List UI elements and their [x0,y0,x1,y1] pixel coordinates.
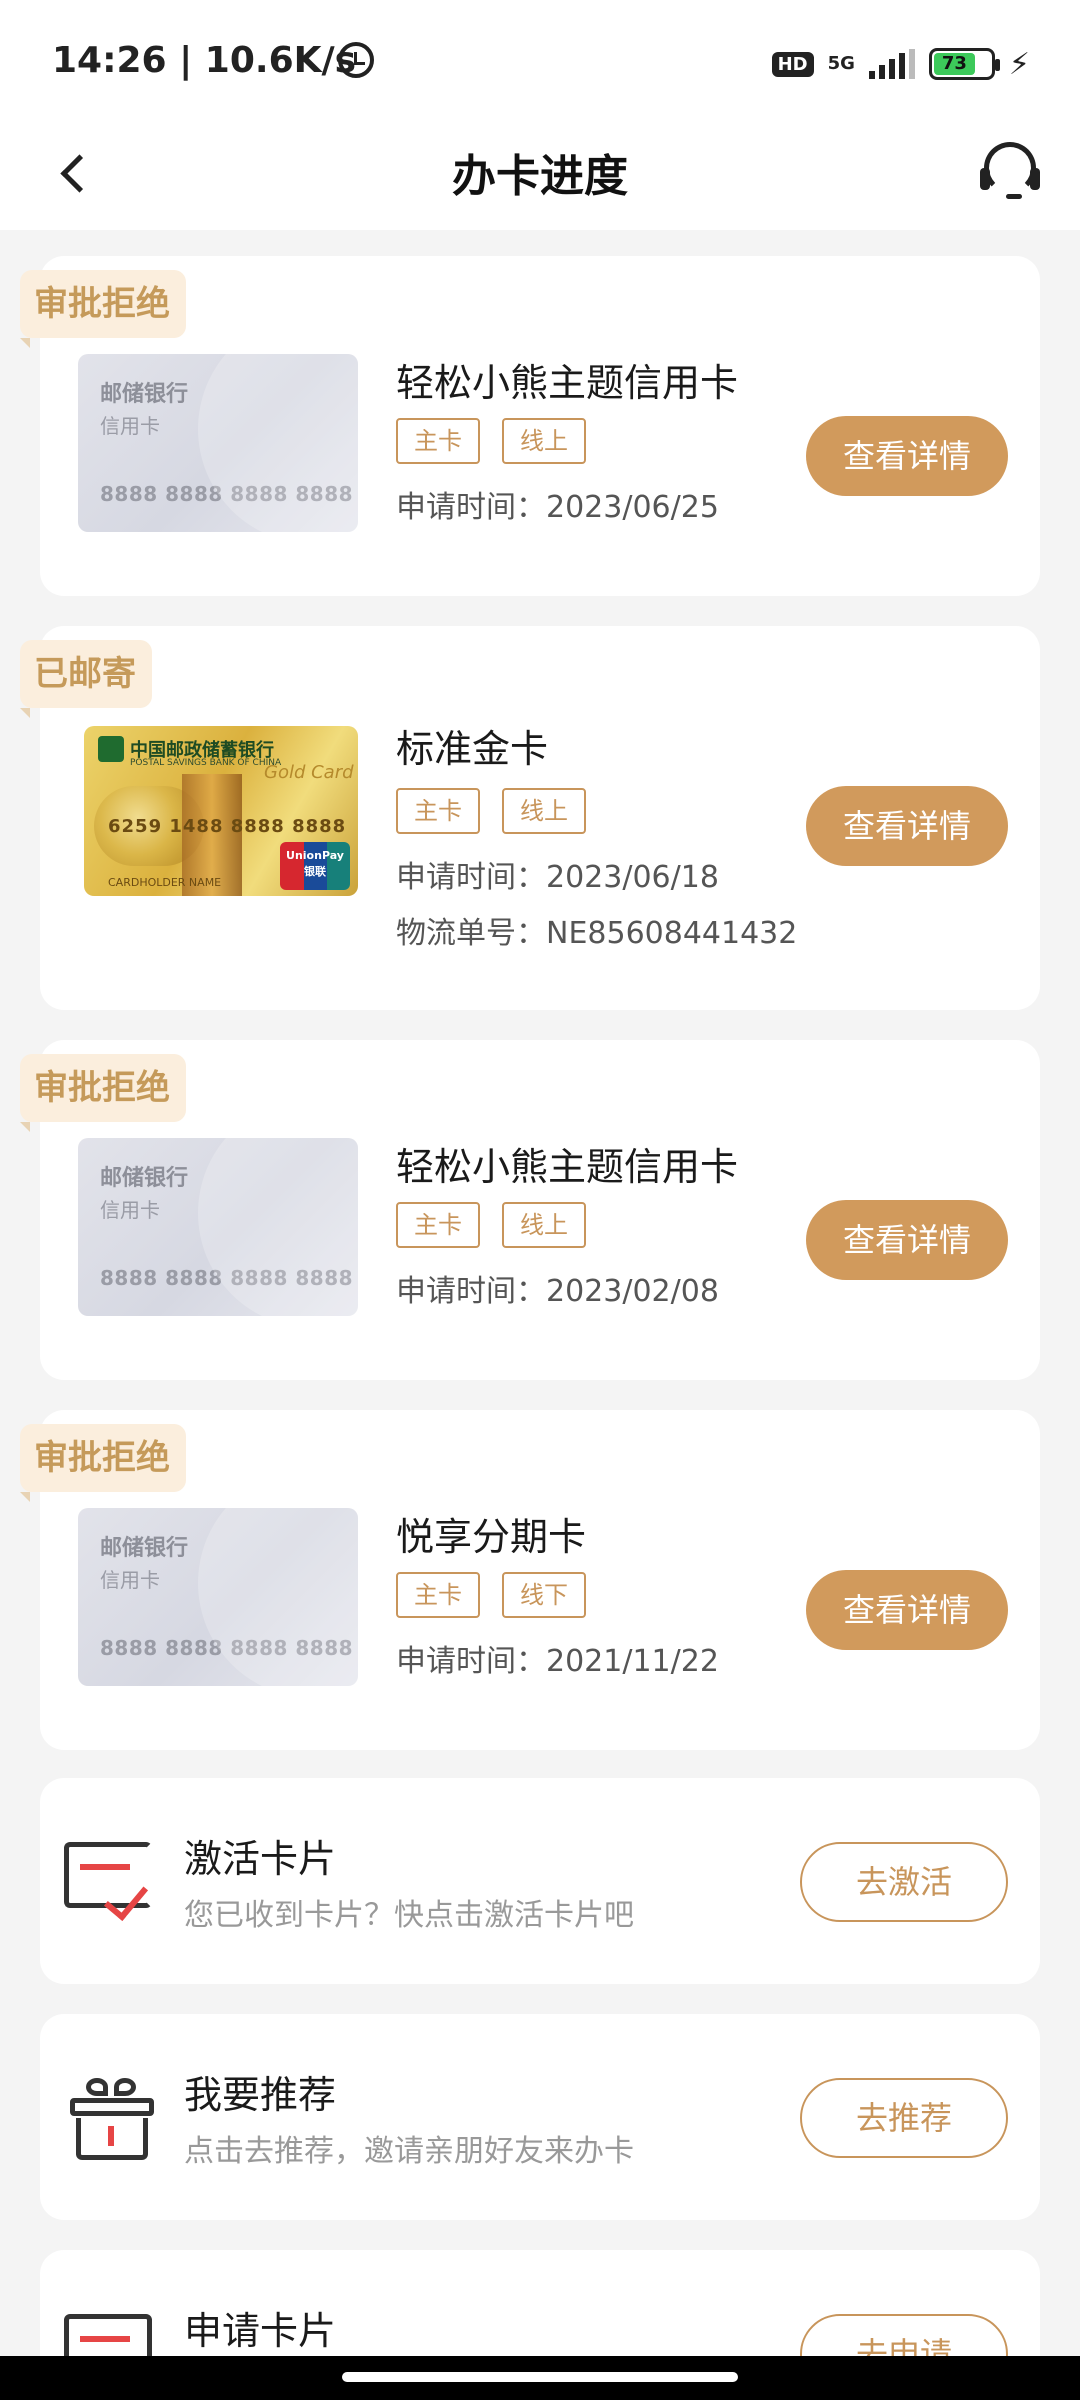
status-indicators: HD 5G 73 ⚡ [771,44,1030,84]
apply-card-row[interactable]: 申请卡片 去申请 [40,2250,1040,2356]
activate-card-icon [64,1842,154,1926]
status-tag: 审批拒绝 [20,1424,186,1492]
activate-card-desc: 您已收到卡片？快点击激活卡片吧 [184,1898,634,1933]
view-details-button[interactable]: 查看详情 [806,786,1008,866]
card-image-bank: 邮储银行 [100,1536,189,1561]
card-image-bank-en: POSTAL SAVINGS BANK OF CHINA [130,758,282,768]
recommend-title: 我要推荐 [184,2073,337,2117]
bank-logo-icon [98,736,124,762]
card-image-bank: 邮储银行 [100,382,189,407]
tag-main: 主卡 [396,788,480,834]
card-tags: 主卡 线下 [396,1572,586,1618]
application-card: 已邮寄 中国邮政储蓄银行 POSTAL SAVINGS BANK OF CHIN… [20,626,1040,1010]
card-name: 轻松小熊主题信用卡 [396,1145,739,1189]
apply-card-title: 申请卡片 [184,2309,337,2353]
card-image-number: 8888 8888 8888 8888 [100,1266,354,1290]
view-details-button[interactable]: 查看详情 [806,1200,1008,1280]
card-name: 标准金卡 [396,727,549,771]
tag-channel: 线上 [502,1202,586,1248]
card-name: 悦享分期卡 [396,1515,587,1559]
card-image-type: 信用卡 [100,1198,160,1222]
tag-main: 主卡 [396,418,480,464]
status-tag: 已邮寄 [20,640,152,708]
card-image-holder: CARDHOLDER NAME [108,876,222,889]
recommend-row[interactable]: 我要推荐 点击去推荐，邀请亲朋好友来办卡 去推荐 [40,2014,1040,2220]
status-tag: 审批拒绝 [20,1054,186,1122]
apply-time: 申请时间：2023/06/18 [396,860,719,895]
home-indicator[interactable] [342,2372,738,2382]
battery-icon: 73 [928,48,1000,80]
card-tags: 主卡 线上 [396,418,586,464]
card-image: 邮储银行 信用卡 8888 8888 8888 8888 [78,1138,358,1316]
application-card: 审批拒绝 邮储银行 信用卡 8888 8888 8888 8888 轻松小熊主题… [20,1040,1040,1380]
card-tags: 主卡 线上 [396,788,586,834]
tag-main: 主卡 [396,1202,480,1248]
activate-card-row[interactable]: 激活卡片 您已收到卡片？快点击激活卡片吧 去激活 [40,1778,1040,1984]
alarm-icon [338,42,374,78]
card-image-bank: 邮储银行 [100,1166,189,1191]
status-tag: 审批拒绝 [20,270,186,338]
battery-level: 73 [933,53,975,75]
card-image: 邮储银行 信用卡 8888 8888 8888 8888 [78,1508,358,1686]
activate-button[interactable]: 去激活 [800,1842,1008,1922]
apply-card-icon [64,2314,154,2356]
recommend-button[interactable]: 去推荐 [800,2078,1008,2158]
status-bar: 14:26 | 10.6K/s HD 5G 73 ⚡ [0,0,1080,120]
charging-icon: ⚡ [1008,46,1030,82]
application-card: 审批拒绝 邮储银行 信用卡 8888 8888 8888 8888 轻松小熊主题… [20,256,1040,596]
tracking-number[interactable]: 物流单号：NE85608441432 [396,908,797,952]
apply-time: 申请时间：2023/02/08 [396,1274,719,1309]
view-details-button[interactable]: 查看详情 [806,416,1008,496]
card-image-type: 信用卡 [100,414,160,438]
gift-icon [70,2076,154,2162]
page-title: 办卡进度 [452,151,628,202]
tag-channel: 线上 [502,788,586,834]
application-card: 审批拒绝 邮储银行 信用卡 8888 8888 8888 8888 悦享分期卡 … [20,1410,1040,1750]
card-image-type: 信用卡 [100,1568,160,1592]
header: 办卡进度 [0,120,1080,230]
hd-icon: HD [771,51,814,77]
network-label: 5G [827,53,855,74]
customer-service-icon[interactable] [976,138,1044,206]
tag-channel: 线下 [502,1572,586,1618]
card-image: 邮储银行 信用卡 8888 8888 8888 8888 [78,354,358,532]
card-image: 中国邮政储蓄银行 POSTAL SAVINGS BANK OF CHINA Go… [84,726,358,896]
card-name: 轻松小熊主题信用卡 [396,361,739,405]
card-image-gold-label: Gold Card [264,762,354,783]
apply-button[interactable]: 去申请 [800,2314,1008,2356]
activate-card-title: 激活卡片 [184,1837,337,1881]
status-time: 14:26 | 10.6K/s [52,40,357,81]
apply-time: 申请时间：2023/06/25 [396,490,719,525]
card-image-number: 8888 8888 8888 8888 [100,482,354,506]
signal-icon [868,49,915,79]
recommend-desc: 点击去推荐，邀请亲朋好友来办卡 [184,2134,634,2169]
system-navigation-bar [0,2356,1080,2400]
card-image-number: 6259 1488 8888 8888 [108,816,347,837]
card-tags: 主卡 线上 [396,1202,586,1248]
tag-channel: 线上 [502,418,586,464]
view-details-button[interactable]: 查看详情 [806,1570,1008,1650]
unionpay-logo-icon: UnionPay 银联 [280,842,350,890]
card-image-number: 8888 8888 8888 8888 [100,1636,354,1660]
apply-time: 申请时间：2021/11/22 [396,1644,719,1679]
tag-main: 主卡 [396,1572,480,1618]
